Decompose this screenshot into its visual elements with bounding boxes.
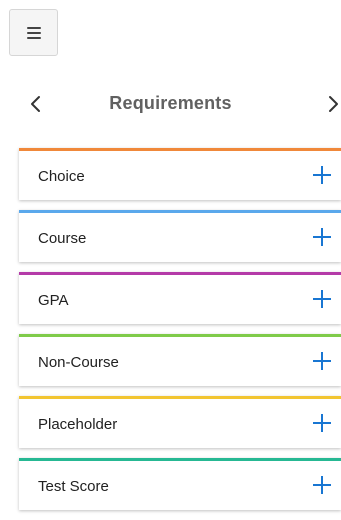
- plus-icon[interactable]: [313, 352, 331, 370]
- requirement-label: Placeholder: [38, 416, 118, 433]
- chevron-left-icon: [31, 96, 40, 112]
- plus-icon[interactable]: [313, 290, 331, 308]
- requirement-label: Non-Course: [38, 354, 119, 371]
- hamburger-menu-icon: [26, 26, 41, 39]
- requirements-header: Requirements: [0, 84, 341, 124]
- requirement-non-course[interactable]: Non-Course: [19, 334, 341, 386]
- requirement-choice[interactable]: Choice: [19, 148, 341, 200]
- plus-icon[interactable]: [313, 476, 331, 494]
- next-button[interactable]: [321, 92, 341, 116]
- menu-button[interactable]: [9, 9, 58, 56]
- requirement-label: Choice: [38, 168, 85, 185]
- requirement-label: Test Score: [38, 478, 109, 495]
- requirement-label: Course: [38, 230, 87, 247]
- plus-icon[interactable]: [313, 166, 331, 184]
- requirement-gpa[interactable]: GPA: [19, 272, 341, 324]
- previous-button[interactable]: [24, 92, 48, 116]
- requirement-label: GPA: [38, 292, 69, 309]
- requirement-test-score[interactable]: Test Score: [19, 458, 341, 510]
- requirements-list: Choice Course GPA Non-Course Placeholder…: [19, 148, 341, 520]
- requirement-placeholder[interactable]: Placeholder: [19, 396, 341, 448]
- chevron-right-icon: [329, 96, 338, 112]
- plus-icon[interactable]: [313, 228, 331, 246]
- requirement-course[interactable]: Course: [19, 210, 341, 262]
- plus-icon[interactable]: [313, 414, 331, 432]
- page-title: Requirements: [109, 93, 232, 113]
